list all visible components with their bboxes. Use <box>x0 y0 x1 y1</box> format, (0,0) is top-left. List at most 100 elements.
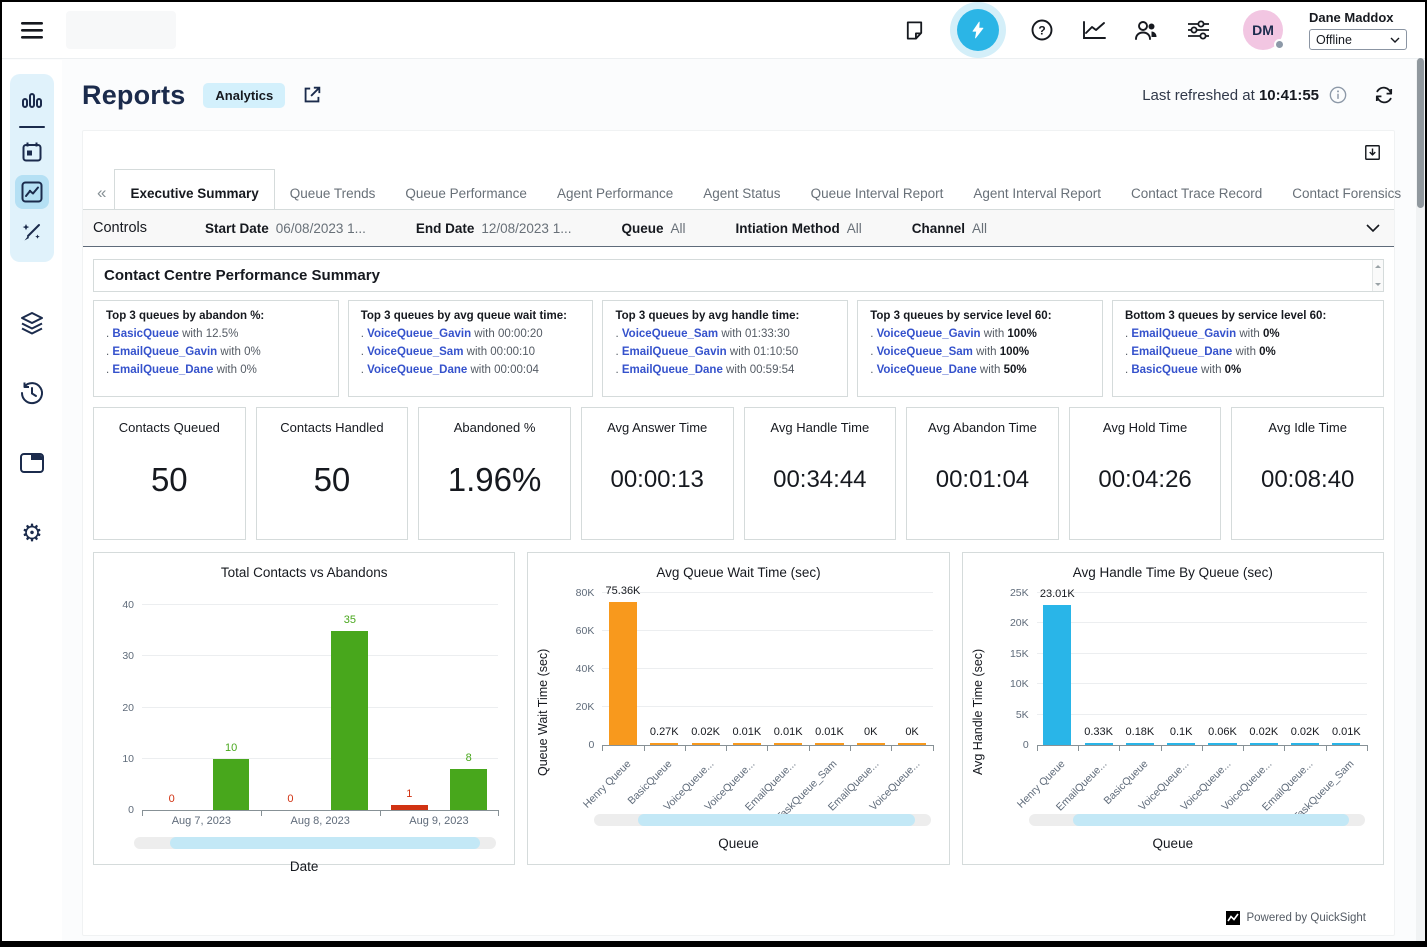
filter-start-date[interactable]: Start Date06/08/2023 1... <box>205 221 366 236</box>
bar-taskqueue-sam[interactable] <box>815 743 843 745</box>
summary-scrollbar[interactable] <box>1372 260 1383 291</box>
queue-link[interactable]: BasicQueue <box>112 328 178 340</box>
tab-agent-performance[interactable]: Agent Performance <box>542 177 688 209</box>
filter-value: All <box>972 221 987 236</box>
bar-henry-queue[interactable] <box>1043 605 1071 745</box>
bar-slot: 0.02K <box>1284 594 1325 745</box>
bar-basicqueue[interactable] <box>1126 743 1154 745</box>
tab-executive-summary[interactable]: Executive Summary <box>114 169 274 209</box>
last-refreshed-label: Last refreshed at <box>1142 87 1255 104</box>
category-column: 0.02K <box>685 594 726 745</box>
dashboard-bars-icon <box>20 91 44 113</box>
tab-queue-performance[interactable]: Queue Performance <box>390 177 542 209</box>
tab-agent-interval-report[interactable]: Agent Interval Report <box>958 177 1116 209</box>
chart-horizontal-scrollbar[interactable] <box>1029 814 1365 826</box>
user-avatar[interactable]: DM <box>1243 10 1283 50</box>
chart-horizontal-scrollbar[interactable] <box>134 837 496 849</box>
queue-link[interactable]: VoiceQueue_Sam <box>877 346 973 358</box>
chart-scrollbar-thumb[interactable] <box>170 837 480 849</box>
queue-link[interactable]: VoiceQueue_Sam <box>367 346 463 358</box>
download-button[interactable] <box>1363 143 1382 162</box>
bar-voicequeue-[interactable] <box>1208 743 1236 745</box>
sidebar-item-analytics[interactable] <box>15 175 49 209</box>
filter-intiation-method[interactable]: Intiation MethodAll <box>735 221 861 236</box>
queue-link[interactable]: EmailQueue_Gavin <box>622 346 727 358</box>
bar-aug-9-2023[interactable] <box>450 769 487 810</box>
metrics-button[interactable] <box>1081 17 1107 43</box>
category-column: 0K <box>850 594 891 745</box>
kpi-value: 00:08:40 <box>1261 435 1354 539</box>
insight-panels: Top 3 queues by abandon %:. BasicQueue w… <box>93 300 1384 397</box>
queue-link[interactable]: EmailQueue_Gavin <box>112 346 217 358</box>
quick-connect-button[interactable] <box>957 9 999 51</box>
queue-link[interactable]: EmailQueue_Gavin <box>1131 328 1236 340</box>
page-scrollbar-thumb[interactable] <box>1417 58 1424 208</box>
hamburger-menu-button[interactable] <box>2 20 62 40</box>
bar-value-label: 23.01K <box>1037 588 1078 600</box>
bar-voicequeue-[interactable] <box>692 743 720 745</box>
insight-value: 01:10:50 <box>754 346 799 358</box>
queue-link[interactable]: VoiceQueue_Sam <box>622 328 718 340</box>
queue-link[interactable]: BasicQueue <box>1131 364 1197 376</box>
x-axis-labels: Aug 7, 2023Aug 8, 2023Aug 9, 2023 <box>142 815 498 827</box>
tab-agent-status[interactable]: Agent Status <box>688 177 795 209</box>
sidebar-item-history[interactable] <box>15 376 49 410</box>
tab-contact-forensics[interactable]: Contact Forensics <box>1277 177 1415 209</box>
help-button[interactable]: ? <box>1029 17 1055 43</box>
tab-contact-trace-record[interactable]: Contact Trace Record <box>1116 177 1277 209</box>
tab-queue-trends[interactable]: Queue Trends <box>275 177 391 209</box>
queue-link[interactable]: EmailQueue_Dane <box>1131 346 1232 358</box>
filter-end-date[interactable]: End Date12/08/2023 1... <box>416 221 572 236</box>
controls-expand-button[interactable] <box>1366 224 1380 233</box>
bar-voicequeue-[interactable] <box>1250 743 1278 745</box>
queue-link[interactable]: VoiceQueue_Gavin <box>877 328 981 340</box>
filter-channel[interactable]: ChannelAll <box>912 221 987 236</box>
bar-emailqueue-[interactable] <box>1085 743 1113 745</box>
sidebar-item-window[interactable] <box>15 446 49 480</box>
bar-voicequeue-[interactable] <box>733 743 761 745</box>
chart-x-axis-title: Queue <box>528 836 948 851</box>
preferences-button[interactable] <box>1185 17 1211 43</box>
bar-voicequeue-[interactable] <box>898 743 926 745</box>
tab-queue-interval-report[interactable]: Queue Interval Report <box>796 177 959 209</box>
info-icon[interactable] <box>1329 86 1347 104</box>
bar-taskqueue-sam[interactable] <box>1332 743 1360 745</box>
queue-link[interactable]: VoiceQueue_Dane <box>367 364 467 376</box>
bar-value-label: 0.18K <box>1119 726 1160 738</box>
bar-emailqueue-[interactable] <box>774 743 802 745</box>
sidebar-item-dashboard[interactable] <box>15 85 49 119</box>
filter-queue[interactable]: QueueAll <box>621 221 685 236</box>
bar-emailqueue-[interactable] <box>1291 743 1319 745</box>
refresh-button[interactable] <box>1373 84 1395 106</box>
bar-henry-queue[interactable] <box>609 602 637 745</box>
bar-aug-8-2023[interactable] <box>331 631 368 810</box>
sidebar-item-settings[interactable]: ⚙ <box>15 516 49 550</box>
notes-button[interactable] <box>901 17 927 43</box>
quick-connect-bolt-icon <box>968 20 988 40</box>
bar-aug-9-2023[interactable] <box>391 805 428 810</box>
top-header: ? <box>2 2 1425 59</box>
tabs-scroll-left-button[interactable]: « <box>89 177 114 209</box>
connector-text: with <box>718 328 745 340</box>
chart-horizontal-scrollbar[interactable] <box>594 814 930 826</box>
bar-emailqueue-[interactable] <box>857 743 885 745</box>
bar-voicequeue-[interactable] <box>1167 743 1195 745</box>
header-actions: ? <box>901 9 1425 51</box>
open-external-button[interactable] <box>301 84 323 106</box>
sidebar-item-layers[interactable] <box>15 306 49 340</box>
external-link-icon <box>301 84 323 106</box>
status-dropdown[interactable]: Offline <box>1309 29 1407 50</box>
bar-basicqueue[interactable] <box>650 743 678 745</box>
sidebar-item-customize[interactable] <box>15 215 49 249</box>
chart-scrollbar-thumb[interactable] <box>1073 814 1349 826</box>
queue-link[interactable]: EmailQueue_Dane <box>622 364 723 376</box>
queue-link[interactable]: VoiceQueue_Dane <box>877 364 977 376</box>
queue-link[interactable]: EmailQueue_Dane <box>112 364 213 376</box>
sidebar-item-calendar[interactable] <box>15 135 49 169</box>
agents-button[interactable] <box>1133 17 1159 43</box>
filter-label: Queue <box>621 221 663 236</box>
queue-link[interactable]: VoiceQueue_Gavin <box>367 328 471 340</box>
bar-aug-7-2023[interactable] <box>213 759 250 810</box>
y-axis-tick-label: 5K <box>1016 709 1029 721</box>
chart-scrollbar-thumb[interactable] <box>638 814 914 826</box>
